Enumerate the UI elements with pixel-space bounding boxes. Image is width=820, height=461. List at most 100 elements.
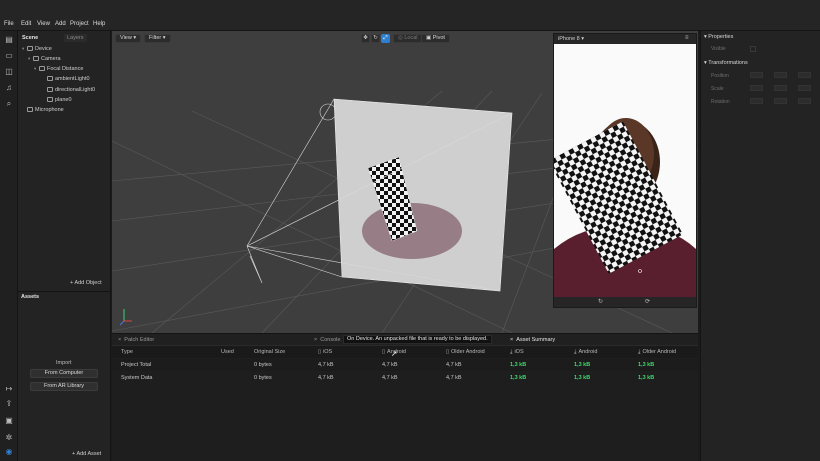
column-header-label: Type <box>121 349 133 355</box>
zoom-icon[interactable]: ⌕ <box>4 99 14 109</box>
patch-editor-label: Patch Editor <box>124 337 155 343</box>
folder-icon[interactable]: ▣ <box>4 416 14 426</box>
column-header[interactable]: ⤓ Android <box>574 349 597 356</box>
column-header[interactable]: Type <box>121 349 133 355</box>
transform-field[interactable] <box>798 72 811 78</box>
plane-icon <box>47 97 53 103</box>
transform-field[interactable] <box>798 98 811 104</box>
column-header[interactable]: ▯ iOS <box>318 349 332 355</box>
layers-icon[interactable]: ◫ <box>4 67 14 77</box>
add-asset-label: Add Asset <box>76 451 102 457</box>
close-icon[interactable]: × <box>314 337 317 343</box>
column-header-label: Older Android <box>642 349 677 355</box>
menu-icon[interactable]: ≡ <box>685 35 689 41</box>
visible-checkbox[interactable] <box>750 46 756 52</box>
tree-item[interactable]: Microphone <box>22 107 64 113</box>
tab-console[interactable]: × Console <box>314 337 340 343</box>
tree-item-label: Microphone <box>35 107 64 113</box>
pivot-label: Pivot <box>432 35 445 41</box>
column-header-label: Android <box>578 349 598 355</box>
column-header[interactable]: Used <box>221 349 234 355</box>
close-icon[interactable]: × <box>510 337 513 343</box>
rotate-device-icon[interactable]: ⟳ <box>645 298 650 305</box>
add-asset-button[interactable]: + Add Asset <box>72 451 101 457</box>
transform-row-label: Position <box>711 73 729 79</box>
table-cell: System Data <box>121 375 153 381</box>
tab-scene[interactable]: Scene <box>19 34 41 42</box>
column-header[interactable]: ⤓ iOS <box>510 349 524 356</box>
camera-icon <box>33 56 39 62</box>
scene-panel-icon[interactable]: ▤ <box>4 35 14 45</box>
table-cell: 4,7 kB <box>382 375 398 381</box>
table-cell: 4,7 kB <box>446 362 462 368</box>
tab-asset-summary[interactable]: × Asset Summary <box>510 337 555 343</box>
transform-field[interactable] <box>750 98 763 104</box>
tree-item-label: Focal Distance <box>47 66 84 72</box>
transform-field[interactable] <box>774 85 787 91</box>
column-header[interactable]: Original Size <box>254 349 285 355</box>
column-header[interactable]: ▯ Older Android <box>446 349 485 355</box>
scene-panel: Scene Layers ▾ Device ▾ Camera ▾ Focal Distan… <box>18 31 111 291</box>
transform-field[interactable] <box>774 98 787 104</box>
tree-item[interactable]: ▾ Device <box>22 46 52 52</box>
scale-tool-icon[interactable]: ⤢ <box>381 34 390 43</box>
music-icon[interactable]: ♫ <box>4 83 14 93</box>
tree-item[interactable]: directionalLight0 <box>42 87 95 93</box>
tab-patch-editor[interactable]: × Patch Editor <box>118 337 154 343</box>
close-icon[interactable]: × <box>118 337 121 343</box>
mouse-cursor-icon: ➚ <box>391 349 398 358</box>
table-cell: Project Total <box>121 362 152 368</box>
rotate-tool-icon[interactable]: ↻ <box>371 34 380 43</box>
spark-logo-icon[interactable]: ◉ <box>4 447 14 457</box>
share-icon[interactable]: ⇪ <box>4 399 14 409</box>
column-header-label: iOS <box>323 349 333 355</box>
tree-item[interactable]: ▾ Focal Distance <box>34 66 83 72</box>
from-computer-button[interactable]: From Computer <box>30 369 98 378</box>
table-row[interactable] <box>112 372 698 384</box>
transformations-title: ▾ Transformations <box>704 60 748 66</box>
device-dropdown[interactable]: iPhone 8 ▾ <box>558 36 584 42</box>
download-icon: ⤓ <box>638 349 641 355</box>
view-dropdown[interactable]: View ▾ <box>115 34 142 43</box>
menu-add[interactable]: Add <box>55 21 66 27</box>
properties-title: ▾ Properties <box>704 34 734 40</box>
transform-field[interactable] <box>798 85 811 91</box>
column-header[interactable]: ⤓ Older Android <box>638 349 676 356</box>
column-header-label: Original Size <box>254 349 286 355</box>
exit-icon[interactable]: ↦ <box>4 384 14 394</box>
menu-view[interactable]: View <box>37 21 50 27</box>
download-icon: ⤓ <box>574 349 577 355</box>
transform-field[interactable] <box>774 72 787 78</box>
video-icon[interactable]: ▭ <box>4 51 14 61</box>
move-tool-icon[interactable]: ✥ <box>361 34 370 43</box>
add-object-button[interactable]: + Add Object <box>70 280 102 286</box>
menu-help[interactable]: Help <box>93 21 105 27</box>
device-simulator: iPhone 8 ▾ ≡ ↻ ⟳ <box>553 33 697 308</box>
table-row[interactable] <box>112 359 698 371</box>
from-ar-library-button[interactable]: From AR Library <box>30 382 98 391</box>
transform-field[interactable] <box>750 72 763 78</box>
column-header-label: Used <box>221 349 234 355</box>
settings-icon[interactable]: ✲ <box>4 433 14 443</box>
refresh-icon[interactable]: ↻ <box>598 298 603 305</box>
tab-layers[interactable]: Layers <box>64 34 87 42</box>
tree-item[interactable]: ambientLight0 <box>42 76 90 82</box>
tree-item[interactable]: ▾ Camera <box>28 56 61 62</box>
local-toggle[interactable]: ◎ Local <box>393 34 423 43</box>
menu-project[interactable]: Project <box>70 21 89 27</box>
device-label: iPhone 8 <box>558 36 580 42</box>
menu-edit[interactable]: Edit <box>21 21 31 27</box>
simulator-preview <box>554 44 696 297</box>
asset-summary-label: Asset Summary <box>516 337 556 343</box>
table-cell: 1,3 kB <box>638 375 655 381</box>
tree-item[interactable]: plane0 <box>42 97 72 103</box>
table-cell: 4,7 kB <box>318 375 334 381</box>
chevron-down-icon: ▾ <box>581 36 585 42</box>
pivot-toggle[interactable]: ▣ Pivot <box>421 34 450 43</box>
filter-dropdown[interactable]: Filter ▾ <box>144 34 171 43</box>
menu-file[interactable]: File <box>4 21 14 27</box>
tree-item-label: plane0 <box>55 97 72 103</box>
light-icon <box>47 87 53 93</box>
transform-field[interactable] <box>750 85 763 91</box>
filter-label: Filter <box>149 35 162 41</box>
